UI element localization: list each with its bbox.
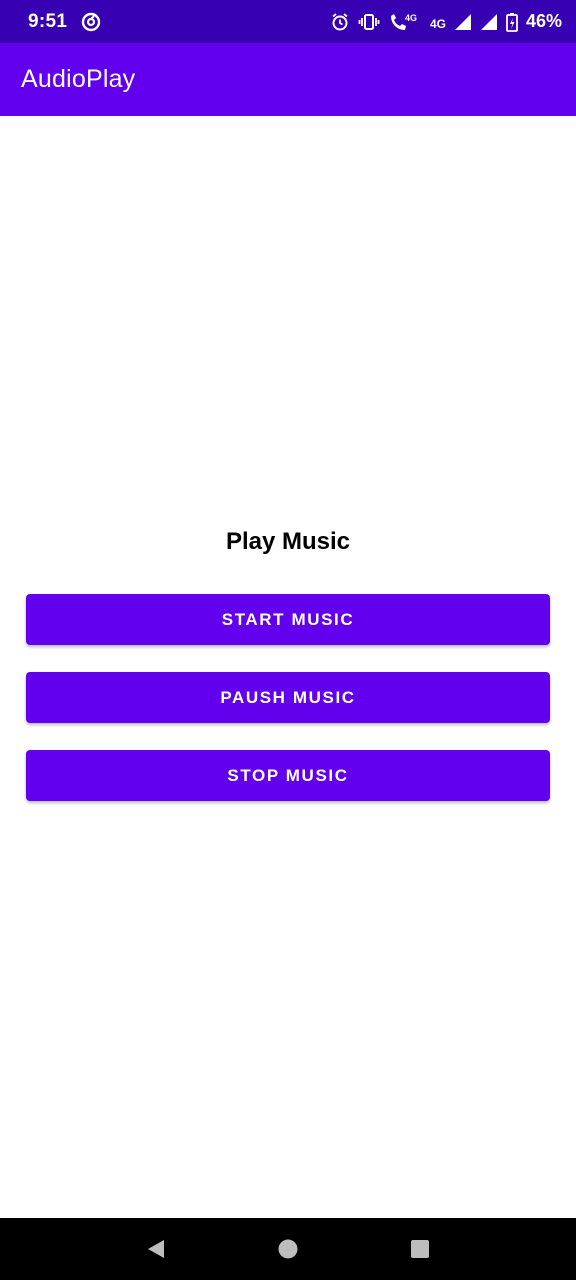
signal-icon xyxy=(480,13,498,31)
recents-button[interactable] xyxy=(390,1224,450,1274)
app-title: AudioPlay xyxy=(21,65,136,93)
vibrate-icon xyxy=(358,12,380,32)
app-bar: AudioPlay xyxy=(0,43,576,116)
page-title: Play Music xyxy=(225,528,351,555)
sync-circle-icon xyxy=(81,12,101,32)
home-icon xyxy=(277,1238,299,1260)
pause-music-button[interactable]: PAUSH MUSIC xyxy=(26,672,550,723)
battery-charging-icon xyxy=(506,12,518,32)
volte-call-icon: 4G xyxy=(388,11,422,33)
navigation-bar xyxy=(0,1218,576,1280)
alarm-icon xyxy=(330,12,350,32)
stop-music-button[interactable]: STOP MUSIC xyxy=(26,750,550,801)
svg-text:4G: 4G xyxy=(405,13,417,23)
back-button[interactable] xyxy=(126,1224,186,1274)
status-left: 9:51 xyxy=(28,11,101,33)
status-right: 4G 4G 46% xyxy=(330,11,562,33)
home-button[interactable] xyxy=(258,1224,318,1274)
status-bar: 9:51 4G 4G 46% xyxy=(0,0,576,43)
signal-icon xyxy=(454,13,472,31)
recents-icon xyxy=(409,1238,431,1260)
battery-percent: 46% xyxy=(525,11,562,31)
network-type-label: 4G xyxy=(429,16,446,31)
screen: 9:51 4G 4G 46% AudioPlay Play Music STAR… xyxy=(0,0,576,1280)
start-music-button[interactable]: START MUSIC xyxy=(26,594,550,645)
back-icon xyxy=(145,1238,167,1260)
status-time: 9:51 xyxy=(28,10,68,32)
